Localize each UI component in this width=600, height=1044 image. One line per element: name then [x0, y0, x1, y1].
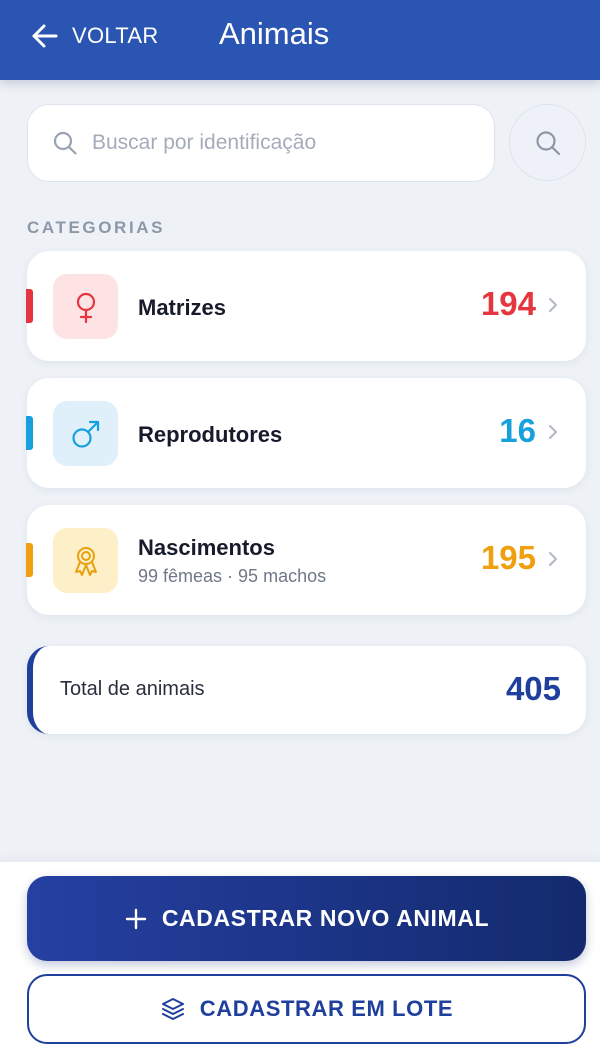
chevron-right-icon [549, 552, 557, 566]
back-button[interactable]: VOLTAR [30, 20, 159, 52]
category-count: 194 [480, 285, 536, 322]
button-label: CADASTRAR NOVO ANIMAL [161, 905, 490, 931]
award-ribbon-icon [74, 546, 97, 576]
icon-tile [53, 401, 118, 466]
search-field[interactable] [27, 104, 495, 182]
section-label-categories: CATEGORIAS [27, 218, 166, 237]
card-accent [26, 289, 33, 323]
category-card-matrizes[interactable]: Matrizes 194 [26, 251, 586, 361]
category-label: Reprodutores [138, 422, 283, 447]
chevron-right-icon [549, 298, 557, 312]
button-label: CADASTRAR EM LOTE [199, 996, 454, 1021]
card-accent [26, 416, 33, 450]
category-count: 195 [480, 539, 536, 576]
category-label: Nascimentos [138, 535, 275, 560]
search-icon [53, 131, 77, 155]
total-card: Total de animais 405 [27, 646, 586, 734]
male-symbol-icon [71, 420, 99, 448]
layers-icon [161, 998, 184, 1020]
search-icon [535, 130, 560, 155]
category-subtext: 99 fêmeas · 95 machos [138, 566, 327, 586]
total-label: Total de animais [60, 678, 205, 700]
category-card-reprodutores[interactable]: Reprodutores 16 [26, 378, 586, 488]
app-header: VOLTAR Animais [0, 0, 600, 80]
category-label: Matrizes [138, 295, 227, 320]
total-count: 405 [505, 670, 561, 707]
back-label: VOLTAR [72, 23, 159, 48]
search-input[interactable] [92, 131, 472, 155]
register-new-animal-button[interactable]: CADASTRAR NOVO ANIMAL [27, 876, 586, 961]
chevron-right-icon [549, 425, 557, 439]
category-card-nascimentos[interactable]: Nascimentos 99 fêmeas · 95 machos 195 [26, 505, 586, 615]
page-title: Animais [219, 16, 330, 51]
register-batch-button[interactable]: CADASTRAR EM LOTE [27, 974, 586, 1044]
arrow-left-icon [32, 24, 58, 48]
search-button[interactable] [509, 104, 586, 181]
icon-tile [53, 528, 118, 593]
female-symbol-icon [76, 292, 95, 323]
icon-tile [53, 274, 118, 339]
card-accent [26, 543, 33, 577]
category-count: 16 [499, 412, 536, 449]
plus-icon [125, 908, 147, 929]
